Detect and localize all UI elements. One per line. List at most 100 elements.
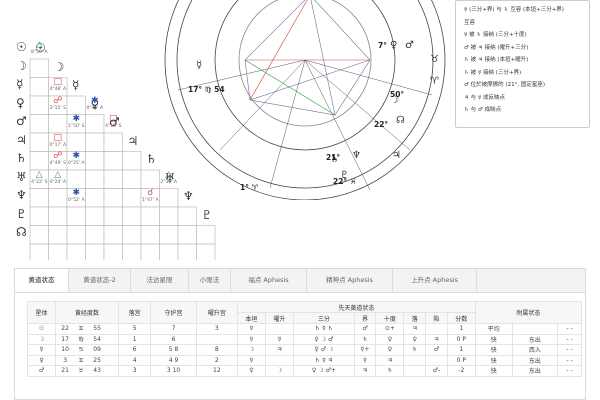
cell-longitude: 21 ♉ 43	[55, 365, 119, 377]
longitude-sign: ♋	[78, 346, 84, 354]
tab-4[interactable]: 福点 Aphesis	[231, 269, 307, 292]
cell-mark: - -	[557, 344, 582, 356]
degree-label-22: 22°	[374, 120, 388, 129]
moon-degree-label: 17° ♍ 54	[188, 85, 225, 94]
table-row[interactable]: ☿ 10 ♋ 09 6 5 8 8 ☽ ♃ ♀ ♂ ☽ ☿+ ♀ ♄ ♂ 1 快西入 - -	[26, 344, 582, 356]
cell-score: 1	[446, 323, 476, 335]
row-neptune-glyph: ♆	[16, 188, 27, 202]
cell-ruled: 4 9	[150, 354, 197, 366]
cell-term: ☿+	[353, 344, 377, 356]
aspect-cell	[159, 225, 179, 245]
col-sub-header: 分数	[446, 312, 476, 324]
cell-face: ♃	[375, 354, 405, 366]
aspect-orb-label: 1°50' S	[68, 124, 85, 129]
cell-domicile: ☿	[236, 333, 267, 345]
cell-fall: ♄	[403, 344, 427, 356]
square-aspect-line	[249, 0, 308, 101]
row-venus-glyph: ♀	[16, 95, 25, 110]
col-exalted-header: 曜升宫	[195, 301, 238, 324]
wheel-inner-ring	[238, 0, 372, 127]
cell-house: 3	[117, 365, 152, 377]
longitude-sign: ♊	[78, 356, 84, 364]
cell-fall: ♀	[403, 333, 427, 345]
col-sub-header: 陷	[425, 312, 448, 324]
cell-domicile: ☿	[236, 354, 267, 366]
aspect-cell	[85, 188, 105, 208]
cell-exalted: 12	[195, 365, 238, 377]
aspect-line-network	[244, 0, 371, 116]
mercury-glyph: ☿	[196, 60, 202, 71]
aspect-cell	[29, 206, 49, 226]
aspect-cell	[103, 169, 123, 189]
longitude-sign: ♊	[78, 325, 84, 333]
cell-score: -2	[446, 365, 476, 377]
ecliptic-state-grid: 星体 黄经度数 落宫 守护宫 曜升宫 先天黄道状态 附属状态 本垣 曜升 三分界十度…	[26, 301, 583, 377]
row-mars-glyph: ♂	[16, 114, 27, 128]
col-house-header: 落宫	[117, 301, 152, 324]
aspect-cell	[29, 77, 49, 97]
aspect-orb-label: 0°41' A	[86, 105, 104, 111]
row-saturn-glyph: ♄	[16, 151, 27, 165]
degree-label-50: 50°	[390, 90, 404, 99]
aspect-cell	[196, 243, 216, 260]
cell-acc: 西入	[511, 344, 559, 356]
cell-exalted: 3	[195, 323, 238, 335]
cell-term: ♂	[353, 323, 377, 335]
cell-face: ♀	[375, 344, 405, 356]
aspect-cell	[140, 169, 160, 189]
chart-wheel[interactable]: ♀ ♂ ♉ ♈ ☿ ☽ ☊ ♄ ♇ ♆ ♃ 17° ♍ 54 50° 22° 2…	[160, 0, 450, 200]
legend-line: ♄ 被 ☿ 接纳 (三分+界)	[464, 69, 522, 76]
legend-line: ☿ (三分+界) 与 ♄ 互容 (本垣+三分+界)	[464, 7, 564, 13]
tab-1[interactable]: 黄道状态-2	[69, 269, 131, 292]
table-row[interactable]: ♀ 3 ♊ 25 4 4 9 2 ☿ ♄ ☿ ♃ ☿ ♃ 0 P 快东出 - -	[26, 354, 582, 366]
cell-mark: - -	[557, 323, 582, 335]
cell-acc: 东出	[511, 365, 559, 377]
aspect-orb-label: 8°59' A	[30, 50, 48, 55]
cell-fall	[403, 365, 427, 377]
aspect-cell	[85, 206, 105, 226]
col-sub-header: 界	[353, 312, 377, 324]
row-mercury-glyph: ☿	[16, 77, 24, 91]
cell-state: 快	[474, 333, 513, 345]
aspect-symbol: ☍	[53, 95, 63, 106]
house-cusp-line	[269, 59, 306, 189]
tab-2[interactable]: 法达星限	[131, 269, 189, 292]
cell-domicile: ☿	[236, 323, 267, 335]
aspect-cell	[29, 188, 49, 208]
tab-6[interactable]: 上升点 Aphesis	[393, 269, 477, 292]
tab-0[interactable]: 黄道状态	[15, 269, 69, 293]
col-ruled-header: 守护宫	[150, 301, 197, 324]
longitude-min: 54	[93, 335, 101, 343]
cell-planet: ☉	[26, 323, 57, 335]
cell-mark: - -	[557, 354, 582, 366]
aspect-orb-label: 0°52' A	[67, 198, 85, 203]
longitude-deg: 22	[61, 325, 69, 333]
col-group-header: 先天黄道状态	[236, 301, 476, 313]
diagonal-glyph: ♃	[127, 133, 139, 148]
aspect-cell	[48, 225, 68, 245]
aspect-cell	[196, 225, 216, 245]
cell-fall	[403, 354, 427, 366]
cell-longitude: 17 ♍ 54	[55, 333, 119, 345]
aspect-symbol: ☍	[53, 151, 63, 161]
aspect-cell	[66, 206, 86, 226]
aspect-cell	[122, 151, 142, 171]
aspect-cell	[48, 243, 68, 260]
cell-state: 快	[474, 365, 513, 377]
aspect-cell	[140, 225, 160, 245]
cell-term: ☿	[353, 354, 377, 366]
table-row[interactable]: ☽ 17 ♍ 54 1 6 ☿ ☿ ♀ ☽ ♂ ♄ ♀ ♀ ♃ 0 P 快东出 - -	[26, 333, 582, 345]
tab-3[interactable]: 小限法	[189, 269, 231, 292]
aspect-cell	[122, 188, 142, 208]
aspect-cell	[66, 169, 86, 189]
ecliptic-state-table: 星体 黄经度数 落宫 守护宫 曜升宫 先天黄道状态 附属状态 本垣 曜升 三分界十度…	[14, 292, 586, 400]
tab-5[interactable]: 精神点 Aphesis	[307, 269, 393, 292]
aspect-orb-label: 3°15' S	[49, 105, 66, 111]
chart-wheel-svg: ♀ ♂ ♉ ♈ ☿ ☽ ☊ ♄ ♇ ♆ ♃ 17° ♍ 54 50° 22° 2…	[164, 0, 446, 200]
table-row[interactable]: ♂ 21 ♉ 43 3 3 10 12 ♀ ☽ ♀ ☽ ♂+ ♃ ♄ ♂- -2 快东出 - -	[26, 365, 582, 377]
aspect-cell	[48, 188, 68, 208]
house-cusp-line	[219, 59, 306, 151]
cell-face: ♀	[375, 333, 405, 345]
cell-domicile: ♀	[236, 365, 267, 377]
table-row[interactable]: ☉ 22 ♊ 55 5 7 3 ☿ ♄ ☿ ♄ ♂ ⊙+ ♃ 1 平均 - -	[26, 323, 582, 335]
